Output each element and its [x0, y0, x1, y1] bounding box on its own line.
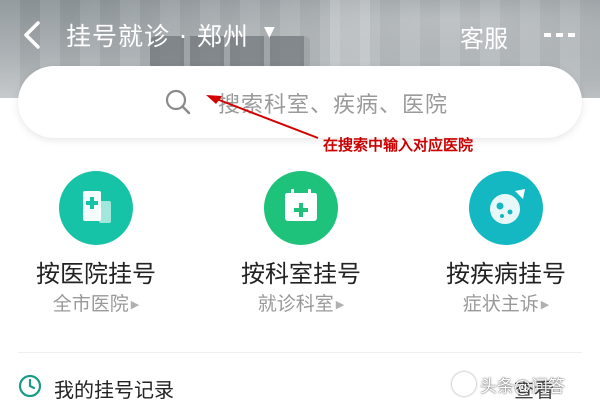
category-sub: 就诊科室 ▶ [257, 293, 345, 315]
customer-service-button[interactable]: 客服 [460, 19, 508, 54]
category-sub: 症状主诉 ▶ [462, 293, 550, 315]
search-icon [165, 89, 191, 115]
category-label: 按医院挂号 [36, 260, 156, 288]
category-label: 按科室挂号 [241, 260, 361, 288]
by-hospital-button[interactable]: 按医院挂号 全市医院 ▶ [0, 168, 200, 318]
more-dots-icon[interactable] [542, 20, 578, 50]
hospital-icon [59, 171, 133, 245]
page-title[interactable]: 挂号就诊 · 郑州 [66, 17, 249, 53]
watermark: 头条@问答 [452, 372, 565, 397]
category-sub: 全市医院 ▶ [52, 293, 140, 315]
search-box[interactable]: 搜索科室、疾病、医院 [18, 66, 582, 138]
watermark-logo-icon [452, 372, 476, 396]
annotation-text: 在搜索中输入对应医院 [323, 136, 474, 154]
by-disease-button[interactable]: 按疾病挂号 症状主诉 ▶ [410, 168, 600, 318]
by-department-button[interactable]: 按科室挂号 就诊科室 ▶ [205, 168, 405, 318]
top-nav-bar: 挂号就诊 · 郑州 ▼ 客服 [0, 0, 600, 70]
clock-icon [18, 374, 42, 398]
virus-icon [469, 171, 543, 245]
section-divider [18, 352, 582, 353]
calendar-plus-icon [264, 171, 338, 245]
category-grid: 按医院挂号 全市医院 ▶ 按科室挂号 就诊科室 ▶ 按疾病挂号 症状主诉 ▶ [0, 168, 600, 318]
chevron-left-icon[interactable] [18, 19, 48, 51]
category-label: 按疾病挂号 [446, 260, 566, 288]
my-records-label: 我的挂号记录 [54, 378, 174, 402]
search-placeholder[interactable]: 搜索科室、疾病、医院 [218, 87, 448, 119]
caret-down-icon[interactable]: ▼ [264, 24, 275, 40]
